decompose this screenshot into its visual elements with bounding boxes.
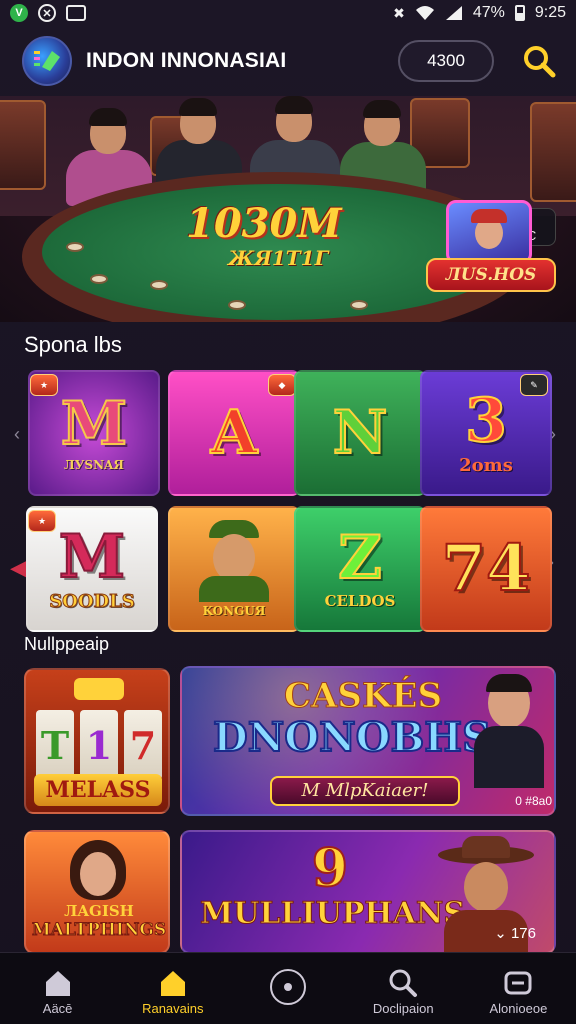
host-portrait [474,674,544,788]
featured-banner[interactable]: 9 MULLIUPHANS ⌄ 176 [180,830,556,954]
tile-badge-icon: ★ [30,374,58,396]
settings-icon: ✕ [38,4,56,22]
game-tile-glyph: M [60,389,128,459]
character-portrait [66,840,130,910]
search-icon[interactable] [522,44,556,78]
jackpot-subtitle: ЖЯ1Т1Г [228,246,329,270]
poker-chip [350,300,368,310]
tile-badge-icon: ✎ [520,374,548,396]
poker-chip [66,242,84,252]
nav-item-home[interactable]: Aäcē [0,953,115,1024]
hero-banner[interactable]: 1030M ЖЯ1Т1Г 800 1-600C ЛUS.HOS [0,96,576,322]
banner-count: ⌄ 176 [494,924,536,942]
promo-card[interactable]: ЛUS.HOS [426,200,560,310]
nav-item-messages[interactable]: Alonioeoe [461,953,576,1024]
status-bar: V ✕ ✖ 47% 9:25 [0,0,576,26]
add-circle-icon [270,969,306,1005]
game-card[interactable]: ЛAGISH MALTPHINGS [24,830,170,954]
game-tile-label: CELDOS [324,592,396,610]
clock: 9:25 [534,4,566,21]
vpn-icon: V [10,4,28,22]
game-tile-glyph: 3 [464,385,508,456]
banner-title: MULLIUPHANS [200,896,466,932]
game-tile-label: ЛУSNAЯ [64,458,124,472]
poker-chip [150,280,168,290]
slot-reel: 7 [124,710,162,780]
game-tile[interactable]: 74 [420,506,552,632]
game-tile[interactable]: KONGUЯ [168,506,300,632]
tile-badge-icon: ◆ [268,374,296,396]
wifi-icon [415,6,434,20]
game-tile[interactable]: A ◆ [168,370,300,496]
nav-item-featured[interactable]: Ranavains [115,953,230,1024]
nav-item-label: Aäcē [42,1001,73,1016]
nav-item-label: Doclipaion [372,1001,434,1016]
poker-chip [228,300,246,310]
slot-machine-decor [530,102,576,202]
banner-number: 9 [311,837,349,900]
mute-icon: ✖ [393,4,405,21]
slot-reel: 1 [80,710,118,780]
signal-icon [445,6,462,20]
search-icon [389,969,418,997]
poker-chip [90,274,108,284]
game-tile[interactable]: N [294,370,426,496]
nav-item-label: Alonioeoe [489,1001,548,1016]
game-tile-glyph: N [332,398,389,468]
section-title-multiplayer: Nullppeaip [24,634,110,654]
jackpot-amount: 1030M [186,200,342,247]
promo-character-image [446,200,532,264]
nav-item-label: Ranavains [142,1001,204,1016]
game-tile-glyph: 74 [440,531,531,606]
banner-count-value: 176 [510,925,536,942]
game-tile-label: SOODLS [49,590,136,612]
image-icon [66,5,86,21]
message-icon [504,971,532,995]
slot-game-card[interactable]: T 1 7 MELASS [24,668,170,814]
scroll-left-icon[interactable]: ‹ [14,424,20,445]
battery-text: 47% [472,4,505,21]
game-tile[interactable]: Z CELDOS [294,506,426,632]
game-tile-glyph: M [58,521,126,592]
featured-banner[interactable]: CASKÉS DNONOBHS M MlpKaiaer! 0 #8a0 [180,666,556,816]
home-active-icon [160,971,185,996]
app-logo-icon[interactable] [22,36,72,86]
promo-label: ЛUS.HOS [426,258,556,292]
character-portrait [199,520,269,602]
app-screen: V ✕ ✖ 47% 9:25 INDON INNONASIAI 4300 103… [0,0,576,1024]
slot-top-icon [74,678,124,700]
balance-pill[interactable]: 4300 [398,40,494,82]
chevron-down-icon: ⌄ [494,925,507,942]
slot-reel: T [36,710,74,780]
game-tile-label: 2oms [459,454,513,476]
app-title: INDON INNONASIAI [86,49,287,72]
nav-item-search[interactable]: Doclipaion [346,953,461,1024]
game-tile[interactable]: 3 2oms ✎ [420,370,552,496]
game-tile-glyph: Z [337,523,383,593]
game-card-subtitle: MALTPHINGS [31,920,167,941]
game-card-title: ЛAGISH [64,902,134,920]
slot-machine-decor [0,100,46,190]
nav-item-add[interactable] [230,953,345,1024]
home-icon [45,971,70,996]
game-tile[interactable]: M ЛУSNAЯ ★ [28,370,160,496]
banner-title: CASKÉS [283,676,442,717]
slot-label: MELASS [34,774,162,806]
game-tile-label: KONGUЯ [202,604,266,618]
section-title-featured: Spona lbs [24,332,122,357]
banner-title-secondary: DNONOBHS [212,713,492,762]
app-header: INDON INNONASIAI 4300 [0,30,576,92]
tile-badge-icon: ★ [28,510,56,532]
game-tile-glyph: A [210,398,259,468]
battery-icon [514,5,525,21]
banner-count: 0 #8a0 [515,794,552,808]
game-tile[interactable]: M SOODLS ★ [26,506,158,632]
banner-ribbon: M MlpKaiaer! [270,776,460,806]
bottom-nav: Aäcē Ranavains Doclipaion Alonioeoe [0,952,576,1024]
